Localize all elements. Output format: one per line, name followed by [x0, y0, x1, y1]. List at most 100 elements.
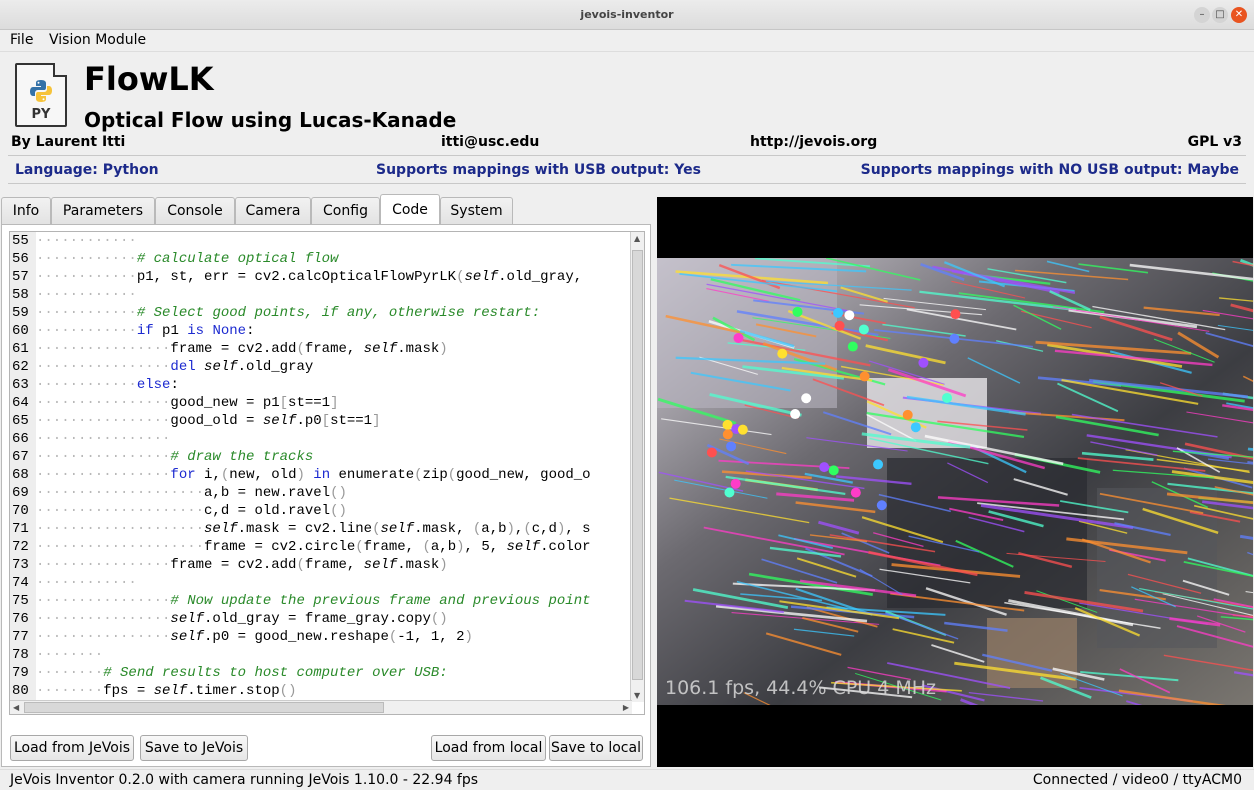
tab-parameters[interactable]: Parameters: [51, 197, 155, 225]
feature-point: [858, 324, 869, 335]
code-line[interactable]: 62 ················del self.old_gray: [10, 358, 313, 376]
line-number: 55: [12, 233, 29, 249]
tab-code[interactable]: Code: [380, 194, 440, 225]
code-line[interactable]: 61 ················frame = cv2.add(frame,…: [10, 340, 448, 358]
code-line[interactable]: 71 ····················self.mask = cv2.li…: [10, 520, 591, 538]
module-email[interactable]: itti@usc.edu: [441, 134, 539, 150]
feature-point: [833, 307, 844, 318]
menu-bar: File Vision Module: [0, 30, 1254, 52]
code-line[interactable]: 75 ················# Now update the previ…: [10, 592, 591, 610]
save-to-jevois-button[interactable]: Save to JeVois: [140, 735, 248, 761]
menu-file[interactable]: File: [10, 32, 33, 48]
code-line[interactable]: 72 ····················frame = cv2.circle…: [10, 538, 591, 556]
tab-config[interactable]: Config: [311, 197, 380, 225]
feature-point: [876, 500, 887, 511]
code-text-area[interactable]: 55 ············ 56 ············# calculate …: [10, 232, 632, 702]
code-line[interactable]: 74 ············: [10, 574, 137, 592]
code-line[interactable]: 64 ················good_new = p1[st==1]: [10, 394, 338, 412]
feature-point: [790, 409, 801, 420]
line-code: else:: [136, 377, 179, 393]
line-number: 70: [12, 503, 29, 519]
line-code: good_new = p1[st==1]: [170, 395, 339, 411]
feature-point: [819, 462, 830, 473]
code-line[interactable]: 77 ················self.p0 = good_new.res…: [10, 628, 473, 646]
no-usb-output-support: Supports mappings with NO USB output: Ma…: [860, 162, 1239, 178]
line-number: 79: [12, 665, 29, 681]
feature-point: [873, 459, 884, 470]
feature-point: [722, 419, 733, 430]
code-line[interactable]: 73 ················frame = cv2.add(frame,…: [10, 556, 448, 574]
maximize-button[interactable]: □: [1212, 7, 1228, 23]
scroll-right-icon[interactable]: ▶: [623, 703, 629, 712]
indent-marker: ················: [36, 359, 171, 375]
indent-marker: ········: [36, 647, 104, 663]
menu-vision-module[interactable]: Vision Module: [49, 32, 146, 48]
scrollbar-thumb[interactable]: [24, 702, 384, 713]
close-button[interactable]: ✕: [1231, 7, 1247, 23]
minimize-button[interactable]: –: [1194, 7, 1210, 23]
status-bar: JeVois Inventor 0.2.0 with camera runnin…: [0, 769, 1254, 790]
feature-point: [942, 392, 953, 403]
line-code: # draw the tracks: [170, 449, 314, 465]
indent-marker: ················: [36, 629, 171, 645]
feature-point: [949, 333, 960, 344]
code-line[interactable]: 63 ············else:: [10, 376, 179, 394]
horizontal-scrollbar[interactable]: ◀ ▶: [10, 700, 632, 714]
indent-marker: ····················: [36, 503, 205, 519]
scrollbar-thumb[interactable]: [632, 250, 643, 680]
code-line[interactable]: 65 ················good_old = self.p0[st=…: [10, 412, 381, 430]
code-line[interactable]: 80 ········fps = self.timer.stop(): [10, 682, 296, 700]
load-from-local-button[interactable]: Load from local: [431, 735, 546, 761]
feature-point: [850, 487, 861, 498]
scroll-down-icon[interactable]: ▼: [634, 691, 640, 700]
line-number: 63: [12, 377, 29, 393]
code-line[interactable]: 68 ················for i,(new, old) in en…: [10, 466, 591, 484]
line-number: 77: [12, 629, 29, 645]
line-number: 67: [12, 449, 29, 465]
tab-info[interactable]: Info: [1, 197, 51, 225]
line-code: # Now update the previous frame and prev…: [170, 593, 591, 609]
feature-point: [792, 306, 803, 317]
code-editor[interactable]: 55 ············ 56 ············# calculate …: [9, 231, 645, 715]
tab-system[interactable]: System: [440, 197, 513, 225]
feature-point: [777, 348, 788, 359]
code-line[interactable]: 56 ············# calculate optical flow: [10, 250, 338, 268]
code-line[interactable]: 78 ········: [10, 646, 103, 664]
indent-marker: ················: [36, 431, 171, 447]
line-number: 76: [12, 611, 29, 627]
scroll-left-icon[interactable]: ◀: [13, 703, 19, 712]
line-number: 59: [12, 305, 29, 321]
feature-point: [847, 341, 858, 352]
code-line[interactable]: 58 ············: [10, 286, 137, 304]
feature-point: [844, 310, 855, 321]
code-line[interactable]: 66 ················: [10, 430, 170, 448]
line-number: 68: [12, 467, 29, 483]
scroll-up-icon[interactable]: ▲: [634, 234, 640, 243]
line-code: self.mask = cv2.line(self.mask, (a,b),(c…: [204, 521, 591, 537]
tab-console[interactable]: Console: [155, 197, 235, 225]
line-number: 58: [12, 287, 29, 303]
module-website[interactable]: http://jevois.org: [750, 134, 877, 150]
feature-point: [918, 357, 929, 368]
feature-point: [950, 309, 961, 320]
camera-frame: 106.1 fps, 44.4% CPU 4 MHz: [657, 258, 1253, 705]
line-number: 60: [12, 323, 29, 339]
code-line[interactable]: 59 ············# Select good points, if a…: [10, 304, 540, 322]
save-to-local-button[interactable]: Save to local: [549, 735, 643, 761]
vertical-scrollbar[interactable]: ▲ ▼: [630, 232, 644, 702]
code-line[interactable]: 69 ····················a,b = new.ravel(): [10, 484, 347, 502]
indent-marker: ················: [36, 341, 171, 357]
status-left: JeVois Inventor 0.2.0 with camera runnin…: [10, 772, 479, 788]
indent-marker: ············: [36, 305, 137, 321]
load-from-jevois-button[interactable]: Load from JeVois: [10, 735, 134, 761]
code-line[interactable]: 70 ····················c,d = old.ravel(): [10, 502, 347, 520]
line-number: 73: [12, 557, 29, 573]
code-line[interactable]: 79 ········# Send results to host compute…: [10, 664, 448, 682]
code-line[interactable]: 67 ················# draw the tracks: [10, 448, 313, 466]
code-line[interactable]: 57 ············p1, st, err = cv2.calcOpti…: [10, 268, 582, 286]
line-code: # Select good points, if any, otherwise …: [136, 305, 541, 321]
tab-camera[interactable]: Camera: [235, 197, 311, 225]
code-line[interactable]: 55 ············: [10, 232, 137, 250]
code-line[interactable]: 60 ············if p1 is None:: [10, 322, 254, 340]
code-line[interactable]: 76 ················self.old_gray = frame_…: [10, 610, 448, 628]
